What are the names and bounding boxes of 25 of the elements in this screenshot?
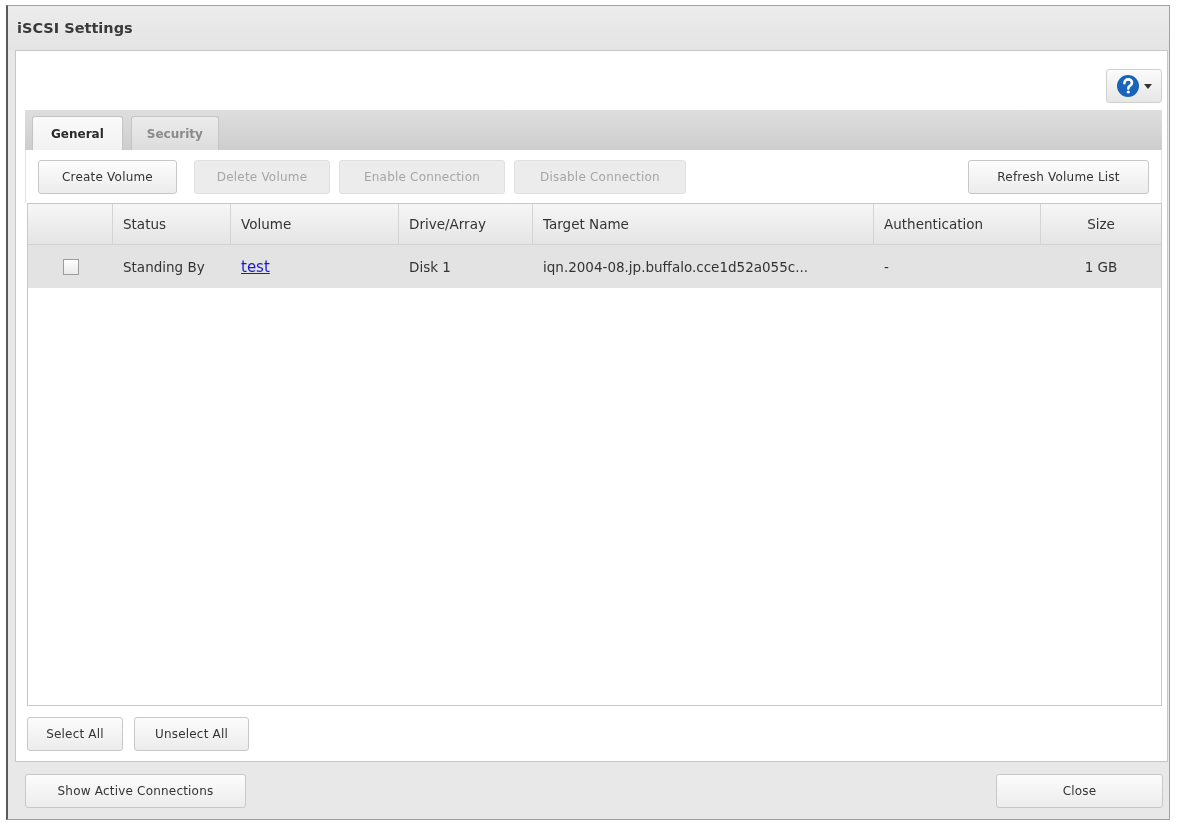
- show-connections-button[interactable]: Show Active Connections: [25, 773, 246, 808]
- column-header[interactable]: Status: [113, 204, 231, 244]
- column-header[interactable]: Authentication: [874, 204, 1041, 244]
- caret-icon: [1143, 83, 1152, 89]
- help-icon: [1116, 75, 1139, 97]
- column-header[interactable]: Volume: [231, 204, 399, 244]
- column-header[interactable]: Size: [1041, 204, 1161, 244]
- volume-link[interactable]: test: [241, 257, 270, 276]
- column-header[interactable]: Target Name: [533, 204, 874, 244]
- column-header[interactable]: Drive/Array: [399, 204, 533, 244]
- window-title: iSCSI Settings: [17, 20, 133, 36]
- row-checkbox[interactable]: [62, 258, 79, 275]
- table-cell: Disk 1: [409, 258, 451, 275]
- close-button[interactable]: Close: [996, 773, 1163, 808]
- refresh-button[interactable]: Refresh Volume List: [968, 159, 1149, 194]
- table-row[interactable]: Standing By test Disk 1 iqn.2004-08.jp.buffalo.cce1d52a055c... - 1 GB: [28, 245, 1161, 288]
- toolbar-button[interactable]: Create Volume: [38, 159, 177, 194]
- table-cell: Standing By: [123, 258, 205, 275]
- help-button[interactable]: [1106, 69, 1162, 103]
- selection-button[interactable]: Unselect All: [134, 716, 249, 751]
- table-cell: 1 GB: [1084, 258, 1118, 275]
- tab[interactable]: General: [32, 116, 123, 150]
- table-cell: iqn.2004-08.jp.buffalo.cce1d52a055c...: [543, 258, 809, 275]
- table-cell: -: [884, 258, 889, 275]
- selection-button[interactable]: Select All: [27, 716, 123, 751]
